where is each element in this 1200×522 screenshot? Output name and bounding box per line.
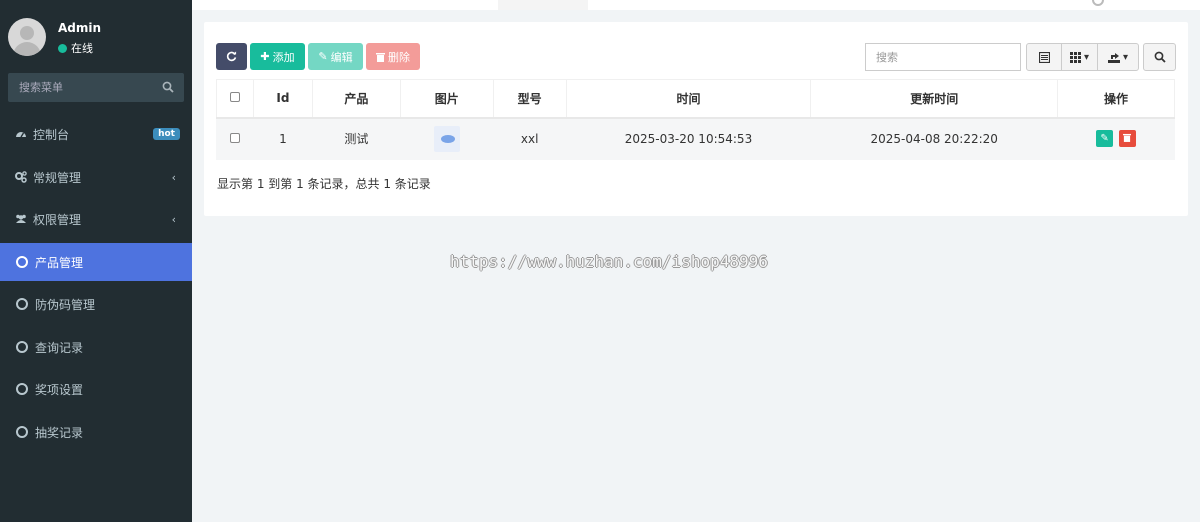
pagination-summary: 显示第 1 到第 1 条记录，总共 1 条记录 (217, 177, 431, 191)
top-tab-bar (192, 0, 1200, 10)
sidebar-item-products[interactable]: 产品管理 (0, 243, 192, 281)
trash-icon (1123, 134, 1132, 143)
cell-product: 测试 (311, 117, 401, 160)
chevron-left-icon: ‹ (171, 171, 176, 184)
chevron-left-icon: ‹ (171, 213, 176, 226)
cell-actions: ✎ (1057, 117, 1175, 160)
sidebar-item-permissions[interactable]: 权限管理 ‹ (0, 200, 192, 238)
caret-down-icon: ▾ (1083, 51, 1090, 63)
table-search (865, 43, 1021, 71)
sidebar-search-input[interactable] (8, 73, 158, 102)
export-icon (1107, 52, 1120, 63)
sidebar-item-general[interactable]: 常规管理 ‹ (0, 158, 192, 196)
add-label: 添加 (272, 50, 295, 64)
sidebar-item-label: 防伪码管理 (35, 297, 96, 312)
column-header-actions: 操作 (1057, 79, 1175, 119)
table-row[interactable]: 1 测试 xxl 2025-03-20 10:54:53 2025-04-08 … (216, 117, 1175, 160)
sidebar-item-label: 常规管理 (33, 170, 82, 185)
select-all-checkbox[interactable] (229, 92, 240, 103)
circle-icon (16, 341, 28, 353)
edit-label: 编辑 (330, 50, 353, 64)
table-list-icon (1038, 51, 1050, 63)
plus-icon: ✚ (260, 50, 270, 63)
delete-button[interactable]: 删除 (366, 43, 420, 70)
avatar[interactable] (8, 18, 46, 56)
search-icon[interactable] (162, 81, 174, 93)
refresh-icon (226, 51, 237, 62)
trash-icon (376, 52, 385, 62)
user-menu-icon[interactable] (1092, 0, 1104, 6)
grid-icon (1069, 51, 1081, 63)
user-status: 在线 (58, 40, 93, 56)
row-checkbox[interactable] (229, 132, 240, 143)
cell-id: 1 (252, 117, 313, 160)
hot-badge: hot (153, 128, 180, 140)
select-all-cell (216, 79, 254, 119)
circle-icon (16, 426, 28, 438)
column-header-updated[interactable]: 更新时间 (810, 79, 1059, 119)
user-name: Admin (58, 21, 102, 35)
cogs-icon (15, 171, 27, 183)
user-status-label: 在线 (71, 42, 93, 55)
caret-down-icon: ▾ (1122, 51, 1129, 63)
sidebar-item-label: 控制台 (33, 127, 70, 142)
row-edit-button[interactable]: ✎ (1096, 130, 1114, 148)
circle-icon (16, 383, 28, 395)
cell-time: 2025-03-20 10:54:53 (565, 117, 812, 160)
online-dot-icon (58, 43, 67, 53)
tab-active[interactable] (498, 0, 588, 10)
row-select-cell (216, 117, 254, 160)
group-icon (16, 214, 26, 223)
cell-image (399, 117, 494, 160)
data-table: Id 产品 图片 型号 时间 更新时间 操作 1 测试 xxl 2025-03-… (216, 79, 1175, 160)
column-header-product[interactable]: 产品 (311, 79, 401, 119)
column-header-image[interactable]: 图片 (399, 79, 494, 119)
column-header-model[interactable]: 型号 (492, 79, 567, 119)
dashboard-icon (16, 132, 26, 138)
search-button[interactable] (1143, 43, 1176, 71)
sidebar-item-anticounterfeit[interactable]: 防伪码管理 (0, 285, 192, 323)
cell-updated: 2025-04-08 20:22:20 (810, 117, 1059, 160)
sidebar-item-prize-settings[interactable]: 奖项设置 (0, 370, 192, 408)
sidebar-item-label: 查询记录 (35, 340, 84, 355)
pencil-icon: ✎ (1100, 133, 1109, 145)
sidebar-item-label: 奖项设置 (35, 382, 84, 397)
toggle-view-button[interactable] (1026, 43, 1062, 71)
circle-icon (16, 298, 28, 310)
cell-model: xxl (492, 117, 567, 160)
column-header-time[interactable]: 时间 (565, 79, 812, 119)
table-search-input[interactable] (866, 44, 1020, 70)
pencil-icon: ✎ (318, 50, 328, 63)
column-header-id[interactable]: Id (252, 79, 313, 119)
user-panel: Admin 在线 (0, 0, 192, 72)
columns-button[interactable]: ▾ (1061, 43, 1098, 71)
product-thumbnail[interactable] (433, 125, 460, 152)
sidebar-item-label: 权限管理 (33, 212, 82, 227)
add-button[interactable]: ✚ 添加 (250, 43, 305, 70)
sidebar: Admin 在线 控制台 hot 常规管理 ‹ 权限管理 ‹ 产品管理 防伪码管… (0, 0, 192, 522)
content-panel: ✚ 添加 ✎ 编辑 删除 ▾ ▾ Id 产品 图片 (204, 22, 1188, 216)
watermark: https://www.huzhan.com/ishop48996 (450, 252, 768, 271)
export-button[interactable]: ▾ (1097, 43, 1139, 71)
delete-label: 删除 (388, 50, 410, 64)
sidebar-item-dashboard[interactable]: 控制台 hot (0, 115, 192, 153)
circle-icon (16, 256, 28, 268)
sidebar-item-lottery-records[interactable]: 抽奖记录 (0, 413, 192, 451)
sidebar-item-label: 抽奖记录 (35, 425, 84, 440)
table-header-row: Id 产品 图片 型号 时间 更新时间 操作 (216, 79, 1175, 119)
sidebar-item-label: 产品管理 (35, 255, 84, 270)
refresh-button[interactable] (216, 43, 247, 70)
sidebar-search (8, 73, 184, 102)
row-delete-button[interactable] (1118, 130, 1136, 148)
edit-button[interactable]: ✎ 编辑 (308, 43, 363, 70)
sidebar-item-query-records[interactable]: 查询记录 (0, 328, 192, 366)
search-icon (1154, 51, 1166, 63)
